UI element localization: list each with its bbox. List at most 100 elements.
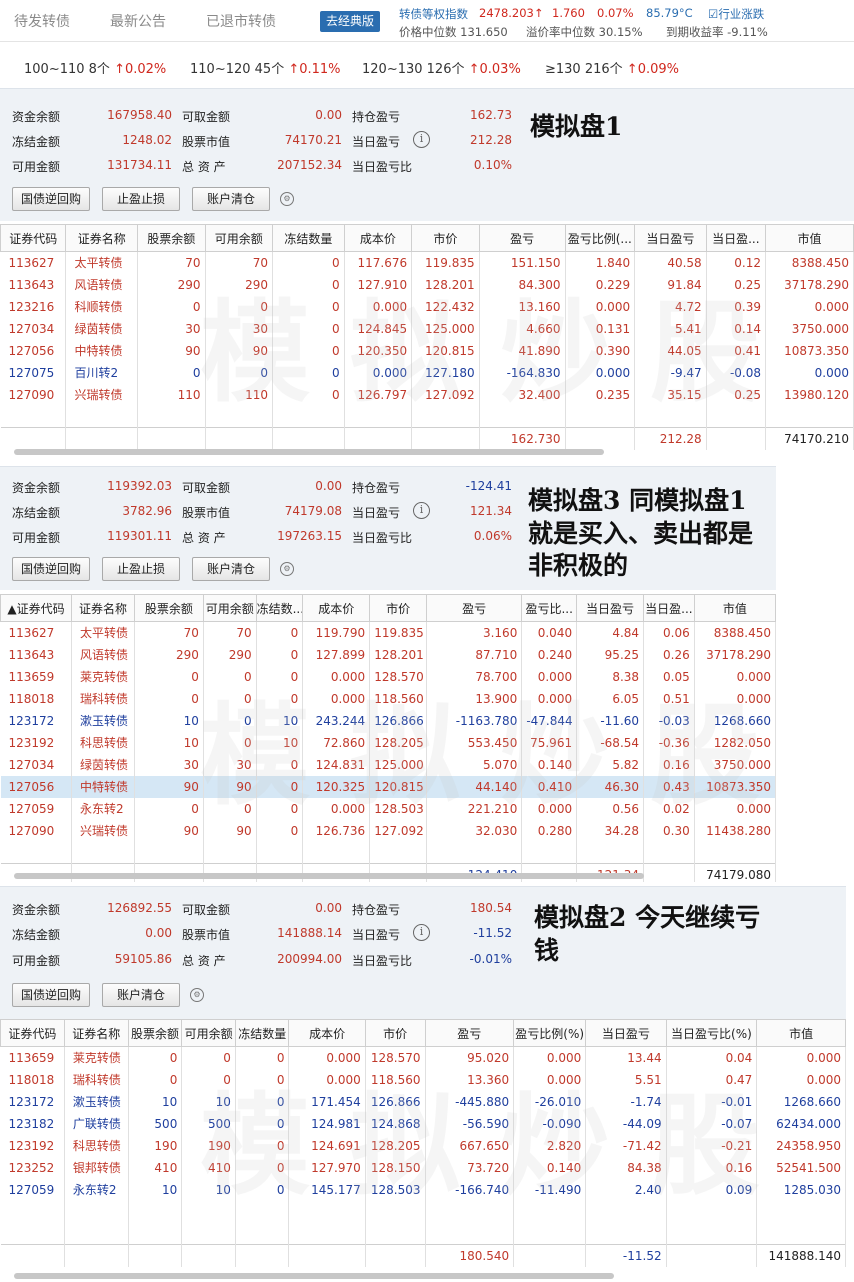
table-cell: 科思转债 [64,1134,129,1157]
column-header[interactable]: 盈亏 [425,594,523,622]
column-header[interactable]: 盈亏比... [521,594,578,622]
column-header[interactable]: 可用余额 [204,224,274,252]
column-header[interactable]: 市值 [693,594,776,622]
table-row[interactable]: 113659 莱克转债 0 0 0 0.000 128.570 78.700 0.000 8.38… [0,665,776,688]
column-header[interactable]: 当日盈... [643,594,695,622]
column-header[interactable]: 成本价 [288,1019,366,1047]
table-cell: 62434.000 [756,1112,846,1135]
column-header[interactable]: 证券名称 [63,1019,129,1047]
range-120-130[interactable]: 120~130 126个 ↑0.03% [362,58,521,77]
table-row[interactable]: 123252 银邦转债 410 410 0 127.970 128.150 73.720 0.1… [0,1156,846,1179]
column-header[interactable]: 证券代码 [0,1019,65,1047]
table-row[interactable]: 127090 兴瑞转债 110 110 0 126.797 127.092 32.400 0.2… [0,383,854,406]
horizontal-scrollbar[interactable] [14,873,644,879]
clear-account-button[interactable]: 账户清仓 [192,187,270,211]
column-header[interactable]: 可用余额 [202,594,257,622]
settings-gear-icon[interactable]: ⚙ [190,988,204,1002]
column-header[interactable]: 冻结数量 [272,224,345,252]
column-header[interactable]: 股票余额 [127,1019,183,1047]
column-header[interactable]: 证券名称 [71,594,135,622]
column-header[interactable]: 当日盈... [705,224,767,252]
table-row[interactable]: 123216 科顺转债 0 0 0 0.000 122.432 13.160 0.000 4.72… [0,295,854,318]
table-cell: 0.41 [706,339,767,362]
table-row[interactable]: 127090 兴瑞转债 90 90 0 126.736 127.092 32.030 0.280… [0,819,776,842]
tab-pending[interactable]: 待发转债 [14,11,70,31]
column-header[interactable]: 股票余额 [133,594,204,622]
tab-announcements[interactable]: 最新公告 [110,11,166,31]
stop-profit-loss-button[interactable]: 止盈止损 [102,557,180,581]
stop-profit-loss-button[interactable]: 止盈止损 [102,187,180,211]
column-header[interactable]: 可用余额 [181,1019,236,1047]
column-header[interactable]: 成本价 [343,224,413,252]
horizontal-scrollbar[interactable] [14,1273,614,1279]
table-cell: 128.150 [365,1156,426,1179]
table-row[interactable]: 123182 广联转债 500 500 0 124.981 124.868 -56.590 -0… [0,1112,846,1135]
tab-delisted[interactable]: 已退市转债 [206,11,276,31]
column-header[interactable]: 市价 [411,224,480,252]
column-header[interactable]: 盈亏 [478,224,566,252]
table-row[interactable]: 123172 漱玉转债 10 10 0 171.454 126.866 -445.880 -26… [0,1090,846,1113]
table-row[interactable]: 123192 科思转债 190 190 0 124.691 128.205 667.650 2.… [0,1134,846,1157]
column-header[interactable]: 证券名称 [65,224,139,252]
table-cell: 24358.950 [756,1134,846,1157]
column-header[interactable]: 冻结数... [255,594,304,622]
table-cell: 瑞科转债 [64,1068,129,1091]
table-cell: 90 [134,775,204,798]
table-cell: 84.38 [585,1156,667,1179]
column-header[interactable]: ▲证券代码 [0,594,72,622]
industry-link[interactable]: ☑行业涨跌 [708,6,764,22]
table-row[interactable]: 127034 绿茵转债 30 30 0 124.831 125.000 5.070 0.140 5… [0,753,776,776]
repo-button[interactable]: 国债逆回购 [12,983,90,1007]
table-row[interactable]: 127056 中特转债 90 90 0 120.325 120.815 44.140 0.410… [0,775,776,798]
info-icon[interactable]: i [413,131,430,148]
column-header[interactable]: 盈亏比例(%) [513,1019,587,1047]
column-header[interactable]: 冻结数量 [234,1019,290,1047]
column-header[interactable]: 成本价 [302,594,371,622]
classic-version-button[interactable]: 去经典版 [320,11,381,32]
column-header[interactable]: 盈亏 [424,1019,515,1047]
range-100-110[interactable]: 100~110 8个 ↑0.02% [24,58,166,77]
column-header[interactable]: 当日盈亏 [576,594,645,622]
table-row[interactable]: 123192 科思转债 10 0 10 72.860 128.205 553.450 75.96… [0,731,776,754]
column-header[interactable]: 当日盈亏 [585,1019,667,1047]
column-header[interactable]: 当日盈亏比(%) [665,1019,758,1047]
table-row[interactable]: 127075 百川转2 0 0 0 0.000 127.180 -164.830 0.000 -9… [0,361,854,384]
range-130-plus[interactable]: ≥130 216个 ↑0.09% [545,58,679,77]
repo-button[interactable]: 国债逆回购 [12,557,90,581]
table-row[interactable]: 118018 瑞科转债 0 0 0 0.000 118.560 13.360 0.000 5.51… [0,1068,846,1091]
table-cell: 1282.050 [694,731,776,754]
column-header[interactable]: 市值 [765,224,854,252]
table-row[interactable]: 127034 绿茵转债 30 30 0 124.845 125.000 4.660 0.131 5… [0,317,854,340]
column-header[interactable]: 证券代码 [0,224,67,252]
table-cell: 0.240 [521,643,578,666]
clear-account-button[interactable]: 账户清仓 [102,983,180,1007]
range-110-120[interactable]: 110~120 45个 ↑0.11% [190,58,341,77]
table-row[interactable]: 113627 太平转债 70 70 0 119.790 119.835 3.160 0.040 4… [0,621,776,644]
table-row[interactable]: 113643 风语转债 290 290 0 127.899 128.201 87.710 0.2… [0,643,776,666]
table-cell: 13.900 [426,687,523,710]
repo-button[interactable]: 国债逆回购 [12,187,90,211]
table-row[interactable]: 113643 风语转债 290 290 0 127.910 128.201 84.300 0.2… [0,273,854,296]
table-row[interactable]: 113627 太平转债 70 70 0 117.676 119.835 151.150 1.84… [0,251,854,274]
table-row[interactable]: 127059 永东转2 10 10 0 145.177 128.503 -166.740 -11… [0,1178,846,1201]
table-cell: 95.25 [576,643,645,666]
horizontal-scrollbar[interactable] [14,449,604,455]
table-row[interactable]: 127059 永东转2 0 0 0 0.000 128.503 221.210 0.000 0.5… [0,797,776,820]
column-header[interactable]: 市价 [369,594,427,622]
table-cell: -44.09 [585,1112,667,1135]
info-icon[interactable]: i [413,924,430,941]
settings-gear-icon[interactable]: ⚙ [280,192,294,206]
table-row[interactable]: 113659 莱克转债 0 0 0 0.000 128.570 95.020 0.000 13.4… [0,1046,846,1069]
clear-account-button[interactable]: 账户清仓 [192,557,270,581]
column-header[interactable]: 当日盈亏 [634,224,707,252]
table-row[interactable]: 123172 漱玉转债 10 0 10 243.244 126.866 -1163.780 -4… [0,709,776,732]
column-header[interactable]: 股票余额 [137,224,206,252]
table-cell: 0.09 [666,1178,758,1201]
table-row[interactable]: 118018 瑞科转债 0 0 0 0.000 118.560 13.900 0.000 6.05… [0,687,776,710]
column-header[interactable]: 盈亏比例(... [564,224,636,252]
column-header[interactable]: 市价 [364,1019,426,1047]
settings-gear-icon[interactable]: ⚙ [280,562,294,576]
table-row[interactable]: 127056 中特转债 90 90 0 120.350 120.815 41.890 0.390… [0,339,854,362]
column-header[interactable]: 市值 [756,1019,846,1047]
info-icon[interactable]: i [413,502,430,519]
